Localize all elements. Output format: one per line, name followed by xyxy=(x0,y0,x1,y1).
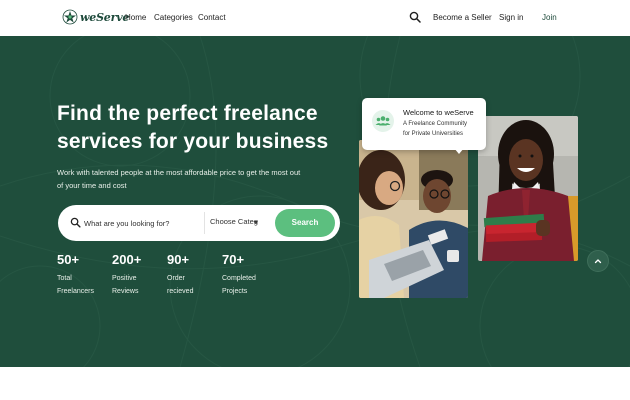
students-photo xyxy=(359,140,468,298)
welcome-card-line-1: A Freelance Community xyxy=(403,121,468,127)
search-divider xyxy=(204,212,205,234)
nav-link-home[interactable]: Home xyxy=(125,13,146,22)
logo[interactable]: weServe xyxy=(62,9,129,25)
stat-orders: 90+ Order recieved xyxy=(167,252,217,298)
category-select[interactable]: Choose Categ xyxy=(210,217,260,229)
stat-label: Total Freelancers xyxy=(57,275,94,295)
content-area xyxy=(0,367,630,400)
hero-search-bar: Choose Categ Search xyxy=(58,205,340,241)
scroll-to-top-button[interactable] xyxy=(587,250,609,272)
stat-label: Completed Projects xyxy=(222,275,256,295)
navbar: weServe Home Categories Contact Become a… xyxy=(0,0,630,36)
search-icon xyxy=(70,217,81,228)
page: weServe Home Categories Contact Become a… xyxy=(0,0,630,400)
hero-headline: Find the perfect freelance services for … xyxy=(57,100,347,156)
join-link[interactable]: Join xyxy=(542,13,557,22)
stat-reviews: 200+ Positive Reviews xyxy=(112,252,162,298)
stat-freelancers: 50+ Total Freelancers xyxy=(57,252,107,298)
become-seller-link[interactable]: Become a Seller xyxy=(433,13,492,22)
chevron-down-icon[interactable] xyxy=(254,221,258,224)
logo-text: weServe xyxy=(80,10,130,24)
student-photo xyxy=(478,116,578,261)
stat-value: 50+ xyxy=(57,252,80,267)
hero-headline-line-1: Find the perfect freelance xyxy=(57,102,318,125)
welcome-card-title: Welcome to weServe xyxy=(403,108,474,117)
stat-label: Order recieved xyxy=(167,275,194,295)
sign-in-link[interactable]: Sign in xyxy=(499,13,523,22)
welcome-card-line-2: for Private Universities xyxy=(403,131,464,137)
students-photo-image xyxy=(359,140,468,298)
stat-projects: 70+ Completed Projects xyxy=(222,252,272,298)
welcome-card-pointer xyxy=(454,148,464,154)
hero-headline-line-2: services for your business xyxy=(57,130,329,153)
users-group-icon xyxy=(372,110,394,132)
logo-icon xyxy=(62,9,78,25)
stat-value: 90+ xyxy=(167,252,190,267)
stat-value: 70+ xyxy=(222,252,245,267)
stat-value: 200+ xyxy=(112,252,142,267)
student-photo-image xyxy=(478,116,578,261)
search-button[interactable]: Search xyxy=(275,209,335,237)
stat-label: Positive Reviews xyxy=(112,275,139,295)
hero-subtext: Work with talented people at the most af… xyxy=(57,168,301,190)
hero-section: Find the perfect freelance services for … xyxy=(0,36,630,367)
welcome-card: Welcome to weServe A Freelance Community… xyxy=(362,98,486,150)
nav-link-contact[interactable]: Contact xyxy=(198,13,226,22)
nav-link-categories[interactable]: Categories xyxy=(154,13,193,22)
chevron-up-icon xyxy=(594,259,602,264)
search-input[interactable] xyxy=(84,214,196,232)
search-icon[interactable] xyxy=(409,11,421,23)
